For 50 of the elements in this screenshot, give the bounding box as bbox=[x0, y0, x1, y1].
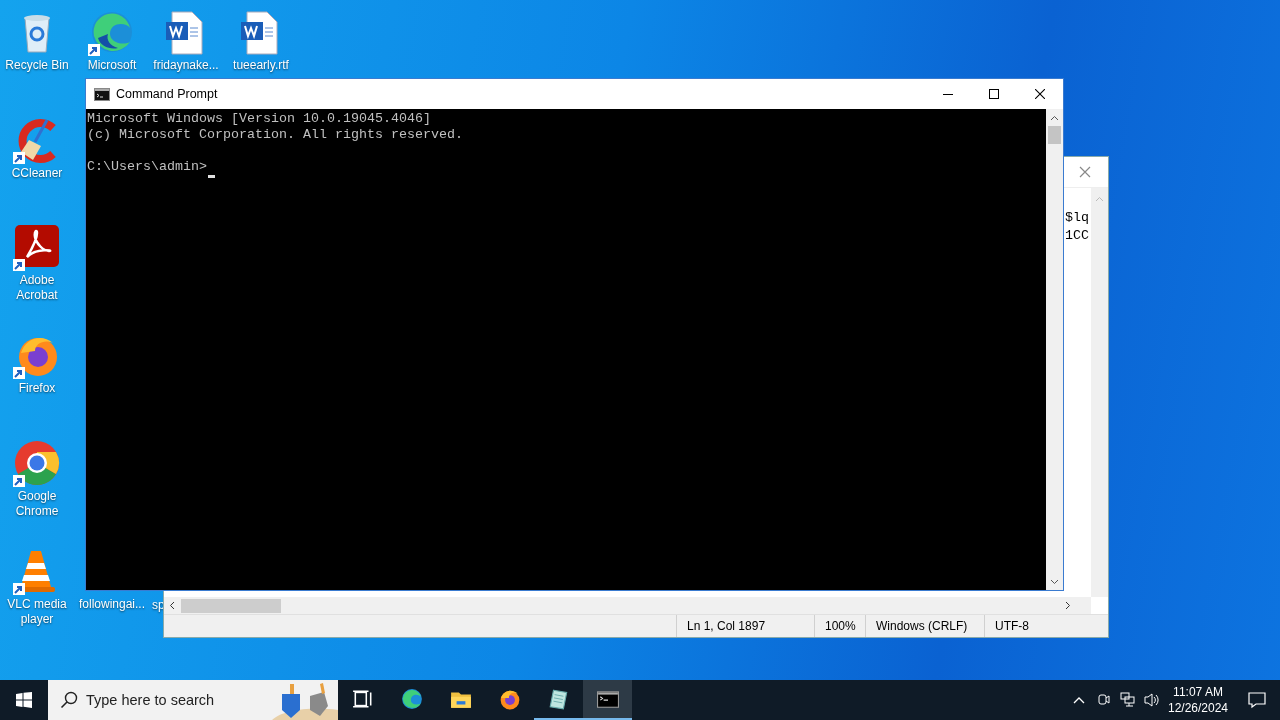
status-text: Windows (CRLF) bbox=[866, 615, 985, 637]
scroll-up-icon bbox=[1050, 115, 1059, 121]
horizontal-scrollbar[interactable] bbox=[164, 597, 1091, 614]
text-line: $lq bbox=[1065, 209, 1090, 227]
console-icon bbox=[94, 87, 110, 101]
vertical-scrollbar[interactable] bbox=[1091, 188, 1108, 597]
desktop-icon-label[interactable]: VLC media player bbox=[0, 597, 74, 627]
maximize-icon bbox=[989, 89, 999, 99]
notepad-icon bbox=[547, 688, 570, 710]
scroll-up-icon bbox=[1095, 196, 1104, 202]
chrome-icon[interactable] bbox=[13, 439, 61, 487]
scrollbar-thumb[interactable] bbox=[181, 598, 281, 613]
vertical-scrollbar[interactable] bbox=[1046, 109, 1063, 590]
firefox-icon bbox=[498, 688, 521, 710]
windows-logo-icon bbox=[16, 692, 32, 708]
volume-icon bbox=[1143, 690, 1161, 710]
scrollbar-thumb[interactable] bbox=[1048, 126, 1061, 144]
desktop-icon-label[interactable]: Microsoft bbox=[87, 58, 137, 73]
task-view-icon bbox=[351, 688, 374, 710]
close-icon bbox=[1079, 166, 1091, 178]
desktop-icon-label[interactable]: CCleaner bbox=[11, 166, 63, 181]
desktop-icon-label[interactable]: Firefox bbox=[18, 381, 56, 396]
clock-date[interactable]: 12/26/2024 bbox=[1167, 700, 1229, 716]
search-icon bbox=[60, 691, 78, 709]
close-icon bbox=[1035, 89, 1045, 99]
scroll-down-icon bbox=[1050, 579, 1059, 585]
console-icon bbox=[596, 688, 619, 710]
scroll-right-icon bbox=[1065, 601, 1071, 610]
desktop-icon-label[interactable]: Recycle Bin bbox=[5, 58, 69, 73]
console-prompt: C:\Users\admin> bbox=[87, 159, 207, 175]
console-text: (c) Microsoft Corporation. All rights reserved. bbox=[87, 127, 463, 143]
dreidel-drawing bbox=[272, 682, 338, 720]
window-title: Command Prompt bbox=[116, 87, 218, 101]
search-field[interactable]: Type here to search bbox=[86, 692, 256, 708]
desktop-icon-label[interactable]: fridaynake... bbox=[153, 58, 219, 73]
edge-icon bbox=[400, 688, 423, 710]
console-text: Microsoft Windows [Version 10.0.19045.4046] bbox=[87, 111, 431, 127]
network-icon bbox=[1119, 690, 1137, 710]
clock-time[interactable]: 11:07 AM bbox=[1173, 684, 1223, 700]
status-text: Ln 1, Col 1897 bbox=[677, 615, 815, 637]
scroll-left-icon bbox=[169, 601, 175, 610]
desktop-icon-label[interactable]: tueearly.rtf bbox=[233, 58, 289, 73]
desktop-icon-label[interactable]: Google Chrome bbox=[0, 489, 74, 519]
taskbar-button[interactable] bbox=[583, 680, 632, 720]
speech-bubble-icon bbox=[1247, 690, 1267, 710]
text-line: 1CC bbox=[1065, 227, 1090, 245]
desktop-icon-label[interactable]: Adobe Acrobat bbox=[0, 273, 74, 303]
status-text: 100% bbox=[815, 615, 866, 637]
desktop-icon-label[interactable]: followingai... bbox=[78, 597, 145, 612]
status-text: UTF-8 bbox=[994, 618, 1030, 635]
